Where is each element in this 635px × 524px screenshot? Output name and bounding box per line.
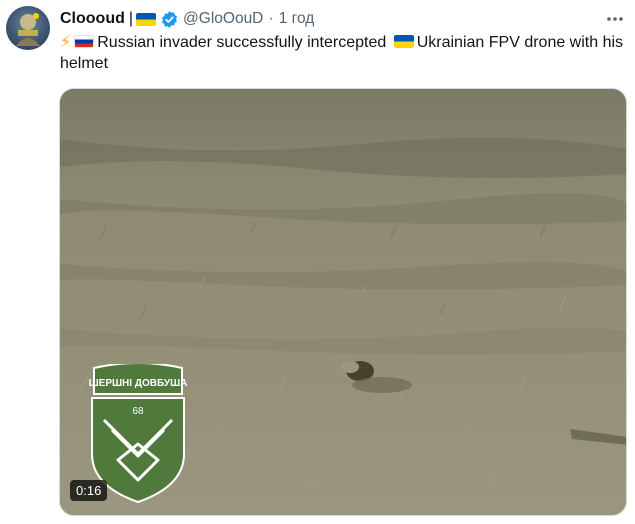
lightning-icon: ⚡	[60, 34, 72, 51]
tweet-text: ⚡ Russian invader successfully intercepte…	[60, 32, 628, 74]
avatar-image	[16, 13, 40, 46]
tweet-timestamp[interactable]: 1 год	[279, 10, 315, 28]
verified-badge-icon	[160, 10, 179, 29]
name-separator: |	[128, 10, 134, 27]
ukraine-flag-icon	[393, 35, 414, 49]
author-name[interactable]: Cloooud	[60, 10, 125, 28]
badge-number: 68	[132, 406, 144, 417]
separator-dot: ·	[268, 10, 274, 27]
ukraine-flag-icon	[136, 12, 157, 26]
more-options-icon[interactable]	[605, 10, 625, 28]
tweet-text-part1: Russian invader successfully intercepted	[97, 34, 391, 51]
badge-title: ШЕРШНІ ДОВБУША	[89, 378, 188, 389]
author-handle[interactable]: @GloOouD	[183, 10, 263, 28]
tweet-header: Cloooud | @GloOouD · 1 год	[60, 8, 625, 30]
russia-flag-icon	[74, 35, 95, 49]
video-duration: 0:16	[70, 480, 108, 501]
avatar[interactable]	[6, 6, 50, 50]
